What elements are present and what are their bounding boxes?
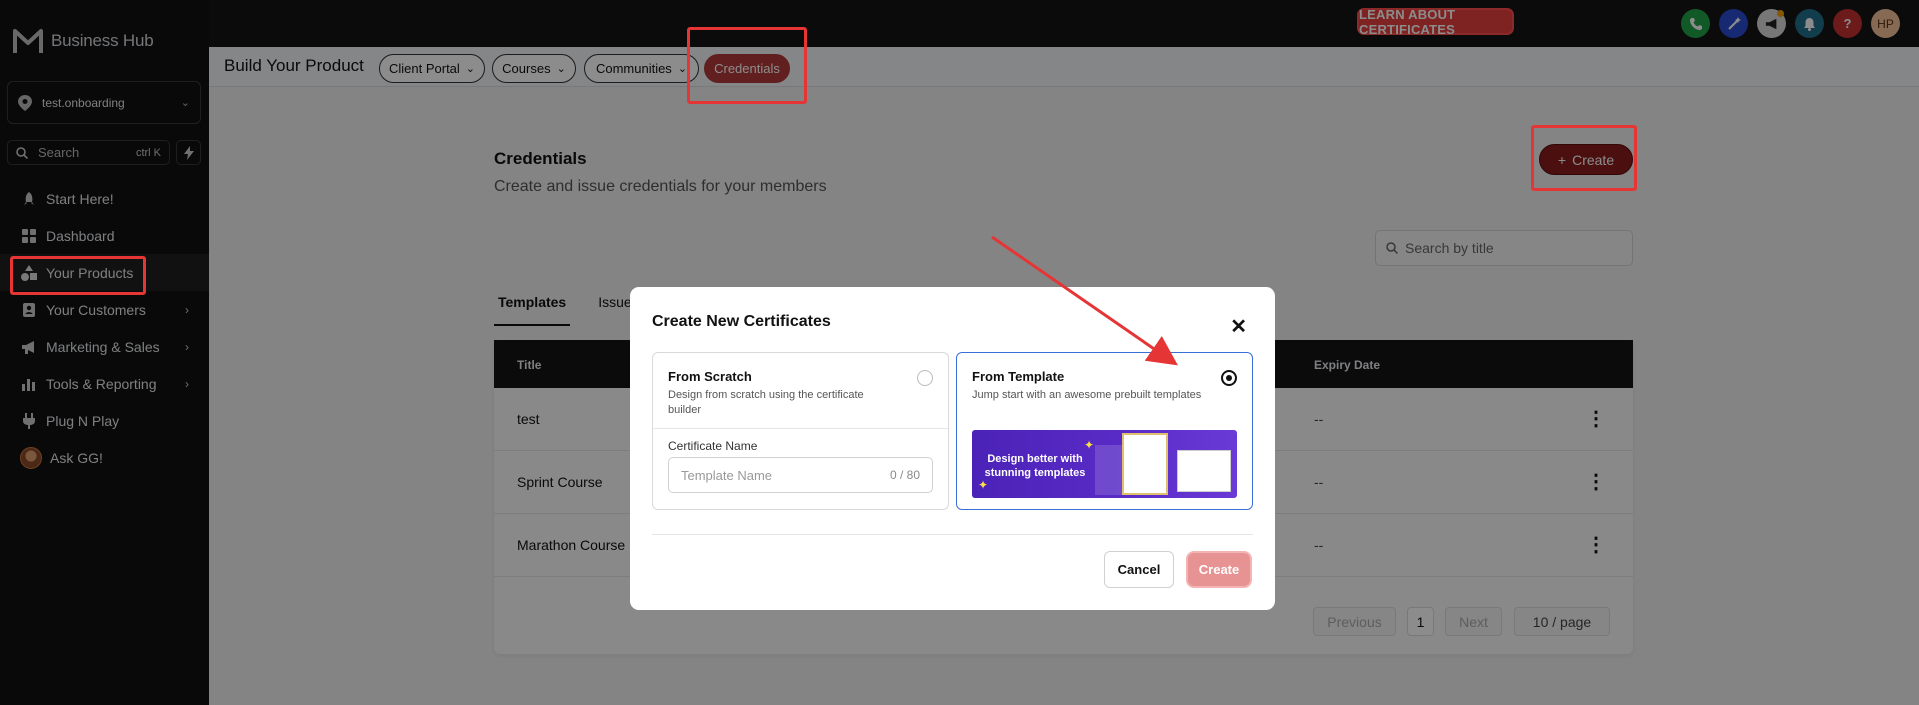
radio-from-scratch[interactable] (917, 370, 933, 386)
radio-from-template[interactable] (1221, 370, 1237, 386)
cancel-button[interactable]: Cancel (1104, 551, 1174, 588)
sparkle-icon: ✦ (1084, 438, 1095, 452)
sparkle-icon: ✦ (978, 478, 989, 492)
divider (652, 534, 1253, 535)
template-thumbnail (1095, 445, 1125, 495)
create-button[interactable]: Create (1186, 551, 1252, 588)
close-icon[interactable]: ✕ (1230, 314, 1247, 339)
from-scratch-option[interactable]: From Scratch Design from scratch using t… (652, 352, 949, 510)
create-certificate-modal: Create New Certificates ✕ From Scratch D… (630, 287, 1275, 610)
option-description: Jump start with an awesome prebuilt temp… (972, 389, 1202, 401)
divider (653, 428, 948, 429)
promo-text: Design better with stunning templates (984, 453, 1086, 479)
certificate-name-input[interactable]: Template Name 0 / 80 (668, 457, 933, 493)
character-count: 0 / 80 (889, 468, 920, 482)
from-template-option[interactable]: From Template Jump start with an awesome… (956, 352, 1253, 510)
highlight-credentials-tab (687, 27, 807, 104)
highlight-your-products (10, 256, 146, 295)
certificate-name-label: Certificate Name (668, 439, 758, 453)
highlight-create-button (1531, 125, 1637, 191)
option-description: Design from scratch using the certificat… (668, 389, 864, 416)
option-title: From Scratch (668, 369, 752, 384)
template-preview-banner: Design better with stunning templates ✦ … (972, 430, 1237, 498)
option-title: From Template (972, 369, 1065, 384)
modal-title: Create New Certificates (652, 313, 831, 330)
certificate-thumbnail (1177, 450, 1231, 492)
input-placeholder: Template Name (681, 467, 773, 483)
certificate-thumbnail (1122, 433, 1168, 495)
